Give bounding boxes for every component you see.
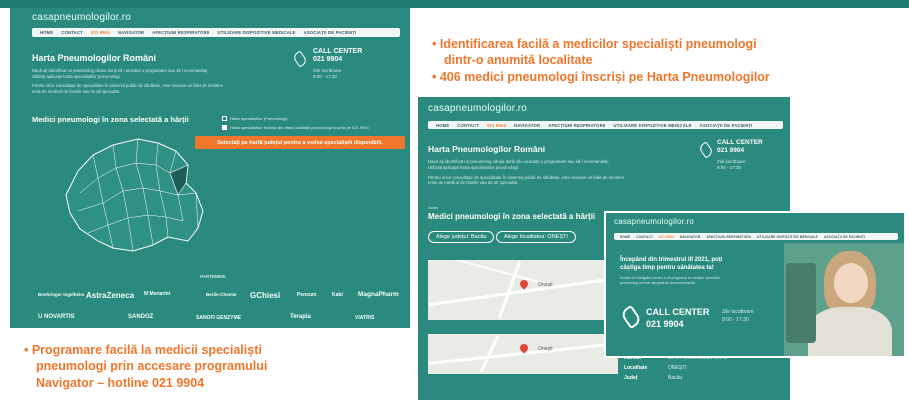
nav-afectiuni[interactable]: AFECȚIUNI RESPIRATORII — [706, 235, 751, 239]
banner-subtext: Sunăm la Navigator pentru a vă programa … — [620, 276, 720, 285]
sponsor-menarini: M Menarini — [144, 291, 171, 297]
detail-value-locality: ONEȘTI — [668, 365, 687, 371]
nav-dispozitive[interactable]: UTILIZARE DISPOZITIVE MEDICALE — [757, 235, 818, 239]
nav-dispozitive[interactable]: UTILIZARE DISPOZITIVE MEDICALE — [218, 30, 296, 35]
call-center-block[interactable]: CALL CENTER 021 9904 Zile lucrătoare 9:0… — [619, 301, 770, 336]
call-center-number: 021 9904 — [717, 147, 745, 154]
select-county-button[interactable]: Selectați pe hartă județul pentru a vede… — [195, 136, 405, 149]
call-hours: 9:00 - 17:30 — [722, 317, 749, 323]
sponsor-pensum: Pensum — [297, 292, 317, 298]
site-logo[interactable]: casapneumologilor.ro — [428, 103, 527, 114]
site-logo[interactable]: casapneumologilor.ro — [614, 217, 694, 226]
sponsor-berlin-chemie: Berlin-Chemie — [206, 292, 237, 297]
checkbox-icon — [222, 125, 227, 130]
nav-navigator[interactable]: NAVIGATOR — [680, 235, 700, 239]
phone-icon — [291, 50, 309, 68]
main-nav: HOME CONTACT 021 9904 NAVIGATOR AFECȚIUN… — [32, 28, 400, 37]
call-hours-label: Zile lucrătoare — [722, 309, 754, 315]
woman-photo — [784, 243, 904, 356]
main-nav: HOME CONTACT 021 9904 NAVIGATOR AFECȚIUN… — [428, 121, 783, 129]
nav-navigator[interactable]: NAVIGATOR — [514, 123, 540, 128]
legend-item-1[interactable]: Harta specialiștilor (Pneumologi) — [222, 116, 288, 121]
call-center-number: 021 9904 — [646, 319, 684, 329]
nav-afectiuni[interactable]: AFECȚIUNI RESPIRATORII — [548, 123, 605, 128]
sponsor-chiesi: GChiesi — [250, 291, 281, 300]
left-screenshot-panel: casapneumologilor.ro HOME CONTACT 021 99… — [10, 8, 410, 328]
map-city-label: Onești — [538, 346, 553, 352]
nav-navigator[interactable]: NAVIGATOR — [118, 30, 144, 35]
legend-item-2[interactable]: Harta specialiștilor inclusiv din afara … — [222, 125, 369, 130]
sponsor-boehringer: Boehringer Ingelheim — [38, 292, 85, 297]
intro-text: Dacă ați identificat un pneumolog căruia… — [32, 68, 224, 95]
sponsor-kabi: Kabi — [332, 292, 343, 298]
partners-label: PARTENERI — [200, 274, 226, 279]
phone-icon — [619, 304, 643, 330]
nav-afectiuni[interactable]: AFECȚIUNI RESPIRATORII — [152, 30, 209, 35]
nav-asociatii[interactable]: ASOCIAȚII DE PACIENȚI — [304, 30, 357, 35]
detail-label-county: Județ — [624, 375, 638, 381]
call-hours: 9:00 - 17:30 — [717, 165, 742, 170]
call-center-title: CALL CENTER — [717, 139, 763, 146]
nav-contact[interactable]: CONTACT — [61, 30, 83, 35]
romania-outline — [65, 138, 204, 252]
nav-asociatii[interactable]: ASOCIAȚII DE PACIENȚI — [700, 123, 753, 128]
nav-home[interactable]: HOME — [436, 123, 449, 128]
map-heading: Medici pneumologi în zona selectată a hă… — [428, 212, 596, 221]
banner-headline: Începând din trimestrul III 2021, poți c… — [620, 257, 723, 272]
nav-home[interactable]: HOME — [620, 235, 630, 239]
map-city-label: Onești — [538, 282, 553, 288]
sponsor-sandoz: SANDOZ — [128, 314, 154, 320]
feature-bullets-top: • Identificarea facilă a medicilor speci… — [432, 37, 770, 84]
county-select[interactable]: Alege județul: Bacău — [428, 231, 495, 243]
nav-home[interactable]: HOME — [40, 30, 53, 35]
main-nav: HOME CONTACT 021 9904 NAVIGATOR AFECȚIUN… — [614, 233, 898, 240]
detail-value-county: Bacău — [668, 375, 683, 381]
sponsor-novartis: U NOVARTIS — [38, 314, 75, 320]
call-center-title: CALL CENTER — [646, 307, 710, 317]
checkbox-icon — [222, 116, 227, 121]
sponsor-magnapharm: MagnaPharm — [358, 291, 399, 298]
romania-county-map[interactable] — [58, 133, 208, 258]
phone-icon — [697, 141, 715, 159]
county-label: Județ — [428, 205, 438, 210]
sponsor-terapia: Terapia — [290, 314, 311, 320]
page-title: Harta Pneumologilor Români — [428, 144, 546, 154]
call-center-number: 021 9904 — [313, 56, 343, 63]
page-title: Harta Pneumologilor Români — [32, 53, 157, 63]
site-logo[interactable]: casapneumologilor.ro — [32, 12, 131, 23]
nav-phone[interactable]: 021 9904 — [659, 235, 674, 239]
feature-bullets-bottom: • Programare facilă la medicii specialiș… — [24, 343, 268, 390]
right-screenshot-panel: casapneumologilor.ro HOME CONTACT 021 99… — [606, 213, 904, 356]
top-accent-bar — [0, 0, 909, 8]
call-hours: 9:00 - 17:30 — [313, 74, 338, 79]
nav-contact[interactable]: CONTACT — [457, 123, 479, 128]
nav-asociatii[interactable]: ASOCIAȚII DE PACIENȚI — [824, 235, 865, 239]
map-heading: Medici pneumologi în zona selectată a hă… — [32, 115, 189, 124]
call-center-title: CALL CENTER — [313, 48, 363, 55]
detail-label-locality: Localitate — [624, 365, 648, 371]
nav-phone[interactable]: 021 9904 — [91, 30, 110, 35]
intro-text: Dacă ați identificat un pneumolog căruia… — [428, 159, 625, 186]
nav-dispozitive[interactable]: UTILIZARE DISPOZITIVE MEDICALE — [614, 123, 692, 128]
sponsor-sanofi: SANOFI GENZYME — [196, 315, 242, 321]
google-map-2[interactable]: Onești — [428, 334, 618, 374]
google-map-1[interactable]: Onești — [428, 260, 618, 320]
locality-select[interactable]: Alege localitatea: ONEȘTI — [496, 231, 576, 243]
nav-phone[interactable]: 021 9904 — [487, 123, 506, 128]
sponsor-viatris: VIATRIS — [355, 315, 375, 321]
nav-contact[interactable]: CONTACT — [636, 235, 653, 239]
sponsor-astrazeneca: AstraZeneca — [86, 291, 135, 300]
